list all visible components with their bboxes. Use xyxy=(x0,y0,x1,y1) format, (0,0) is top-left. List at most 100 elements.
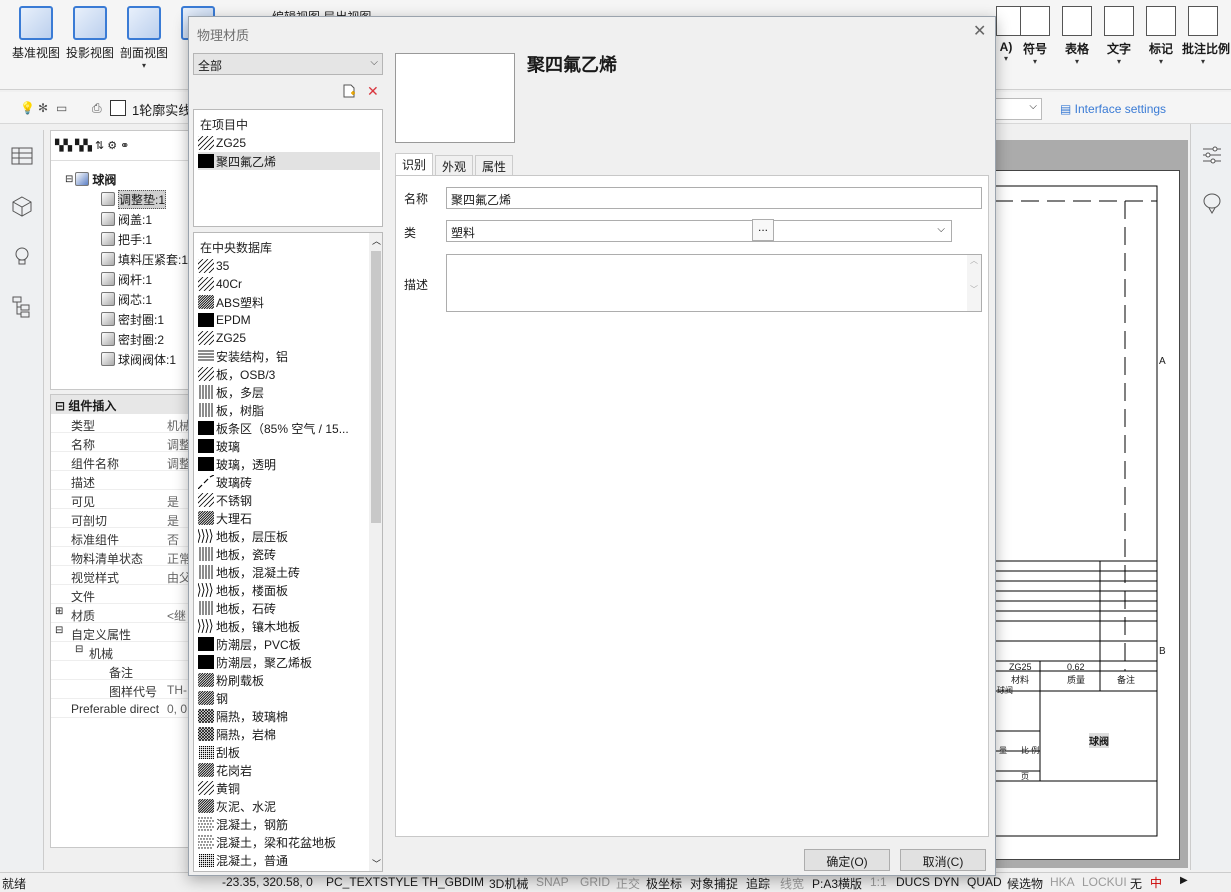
status-toggle[interactable]: 3D机械 xyxy=(489,875,528,892)
ok-button[interactable]: 确定(O) xyxy=(804,849,890,871)
property-row[interactable]: 备注 xyxy=(51,661,191,680)
class-browse-button[interactable]: ... xyxy=(752,219,774,241)
material-item[interactable]: 板条区（85% 空气 / 15... xyxy=(198,419,368,437)
new-material-icon[interactable] xyxy=(342,84,356,98)
property-row[interactable]: 视觉样式 由父 xyxy=(51,566,191,585)
material-item[interactable]: 玻璃砖 xyxy=(198,473,368,491)
material-item[interactable]: ZG25 xyxy=(198,134,368,152)
menu-arrow-icon[interactable]: ▶ xyxy=(1180,875,1188,886)
material-item[interactable]: EPDM xyxy=(198,311,368,329)
status-toggle[interactable]: 对象捕捉 xyxy=(690,875,738,892)
material-item[interactable]: 聚四氟乙烯 xyxy=(198,152,380,170)
material-item[interactable]: 粉刷载板 xyxy=(198,671,368,689)
material-item[interactable]: 40Cr xyxy=(198,275,368,293)
layer-name[interactable]: 1轮廓实线 xyxy=(132,100,191,119)
property-row[interactable]: 标准组件 否 xyxy=(51,528,191,547)
name-field[interactable]: 聚四氟乙烯 xyxy=(446,187,982,209)
material-item[interactable]: 板，树脂 xyxy=(198,401,368,419)
property-row[interactable]: 机械 ⊟ xyxy=(51,642,191,661)
property-row[interactable]: 描述 xyxy=(51,471,191,490)
tree-item[interactable]: 把手:1 xyxy=(101,229,152,249)
collapse-icon[interactable]: ⊟ xyxy=(75,644,83,655)
lightbulb-icon[interactable]: 💡 xyxy=(20,101,35,115)
material-item[interactable]: 防潮层，PVC板 xyxy=(198,635,368,653)
material-item[interactable]: 玻璃 xyxy=(198,437,368,455)
status-toggle[interactable]: DUCS xyxy=(896,875,930,889)
tree-item[interactable]: 阀芯:1 xyxy=(101,289,152,309)
status-toggle[interactable]: PC_TEXTSTYLE xyxy=(326,875,418,889)
close-icon[interactable]: ✕ xyxy=(973,21,986,41)
delete-material-icon[interactable]: ✕ xyxy=(367,83,379,100)
drawing-canvas[interactable]: A B ZG25 0.62 材料 质量 备注 球阀 球阀 量 比 例 页 xyxy=(994,140,1188,868)
material-item[interactable]: 地板，镶木地板 xyxy=(198,617,368,635)
tab-appearance[interactable]: 外观 xyxy=(435,155,474,175)
property-row[interactable]: 类型 机械 xyxy=(51,414,191,433)
library-material-list[interactable]: 在中央数据库 35 40Cr ABS塑料 EPDM ZG25 安装结构，铝 板，OSB/3 板… xyxy=(193,232,383,872)
ribbon-button-symbol[interactable]: 符号 ▾ xyxy=(1014,4,1056,82)
material-item[interactable]: 隔热，岩棉 xyxy=(198,725,368,743)
material-filter-select[interactable]: 全部 ⌵ xyxy=(193,53,383,75)
collapse-icon[interactable]: ⊟ xyxy=(55,625,63,636)
status-toggle[interactable]: HKA xyxy=(1050,875,1075,889)
cancel-button[interactable]: 取消(C) xyxy=(900,849,986,871)
tree-item[interactable]: 调整垫:1 xyxy=(101,189,167,209)
lock-icon[interactable]: ▭ xyxy=(56,101,67,115)
assembly-cube-icon[interactable] xyxy=(10,194,34,218)
description-field[interactable]: ︿ ﹀ xyxy=(446,254,982,312)
property-row[interactable]: 物料清单状态 正常 xyxy=(51,547,191,566)
status-toggle[interactable]: 正交 xyxy=(616,875,640,892)
ribbon-button-2[interactable]: 剖面视图 ▾ xyxy=(116,4,172,82)
input-method-icon[interactable]: 中 xyxy=(1150,874,1162,891)
status-toggle[interactable]: P:A3横版 xyxy=(812,875,862,892)
status-toggle[interactable]: 无 xyxy=(1130,875,1142,892)
tree-item[interactable]: 阀杆:1 xyxy=(101,269,152,289)
material-item[interactable]: 地板，石砖 xyxy=(198,599,368,617)
scroll-up-icon[interactable]: ︿ xyxy=(372,234,381,247)
material-item[interactable]: 钢 xyxy=(198,689,368,707)
ribbon-button-1[interactable]: 投影视图 xyxy=(62,4,118,82)
status-toggle[interactable]: 1:1 xyxy=(870,875,887,889)
status-toggle[interactable]: 极坐标 xyxy=(646,875,682,892)
class-select[interactable]: 塑料 ⌵ xyxy=(446,220,952,242)
ribbon-button-annotation-scale[interactable]: 批注比例 ▾ xyxy=(1182,4,1230,82)
lightbulb-icon[interactable] xyxy=(10,244,34,268)
tree-root[interactable]: ⊟ 球阀 xyxy=(65,169,116,189)
property-row[interactable]: 文件 xyxy=(51,585,191,604)
material-item[interactable]: 灰泥、水泥 xyxy=(198,797,368,815)
description-scrollbar[interactable]: ︿ ﹀ xyxy=(967,255,981,311)
material-item[interactable]: 黄铜 xyxy=(198,779,368,797)
ribbon-button-0[interactable]: 基准视图 xyxy=(8,4,64,82)
prop-section-header[interactable]: ⊟ 组件插入 xyxy=(51,395,191,414)
material-item[interactable]: 地板，混凝土砖 xyxy=(198,563,368,581)
tree-item[interactable]: 密封圈:2 xyxy=(101,329,164,349)
tree-item[interactable]: 阀盖:1 xyxy=(101,209,152,229)
tree-item[interactable]: 密封圈:1 xyxy=(101,309,164,329)
interface-settings-link[interactable]: ▤ Interface settings xyxy=(1060,102,1166,116)
property-row[interactable]: 名称 调整 xyxy=(51,433,191,452)
expand-icon[interactable]: ⊞ xyxy=(55,606,63,617)
material-item[interactable]: ZG25 xyxy=(198,329,368,347)
status-toggle[interactable]: 候选物 xyxy=(1007,875,1043,892)
status-toggle[interactable]: DYN xyxy=(934,875,959,889)
table-view-icon[interactable] xyxy=(10,144,34,168)
status-toggle[interactable]: SNAP xyxy=(536,875,569,889)
ribbon-button-table[interactable]: 表格 ▾ xyxy=(1056,4,1098,82)
material-item[interactable]: 板，多层 xyxy=(198,383,368,401)
ribbon-button-dimension[interactable]: A) ▾ xyxy=(996,4,1026,82)
layer-color-swatch[interactable] xyxy=(110,100,126,116)
material-item[interactable]: 不锈钢 xyxy=(198,491,368,509)
plot-icon[interactable]: ⎙ xyxy=(92,101,102,116)
material-item[interactable]: 隔热，玻璃棉 xyxy=(198,707,368,725)
material-item[interactable]: 板，OSB/3 xyxy=(198,365,368,383)
tab-properties[interactable]: 属性 xyxy=(475,155,514,175)
sliders-icon[interactable] xyxy=(1201,144,1223,166)
ribbon-button-mark[interactable]: 标记 ▾ xyxy=(1140,4,1182,82)
status-toggle[interactable]: 追踪 xyxy=(746,875,770,892)
material-item[interactable]: 安装结构，铝 xyxy=(198,347,368,365)
balloon-icon[interactable] xyxy=(1201,192,1223,214)
material-item[interactable]: 地板，瓷砖 xyxy=(198,545,368,563)
property-row[interactable]: 可剖切 是 xyxy=(51,509,191,528)
freeze-icon[interactable]: ✻ xyxy=(38,101,48,115)
library-scrollbar[interactable]: ︿ ﹀ xyxy=(369,233,382,871)
material-item[interactable]: 刮板 xyxy=(198,743,368,761)
